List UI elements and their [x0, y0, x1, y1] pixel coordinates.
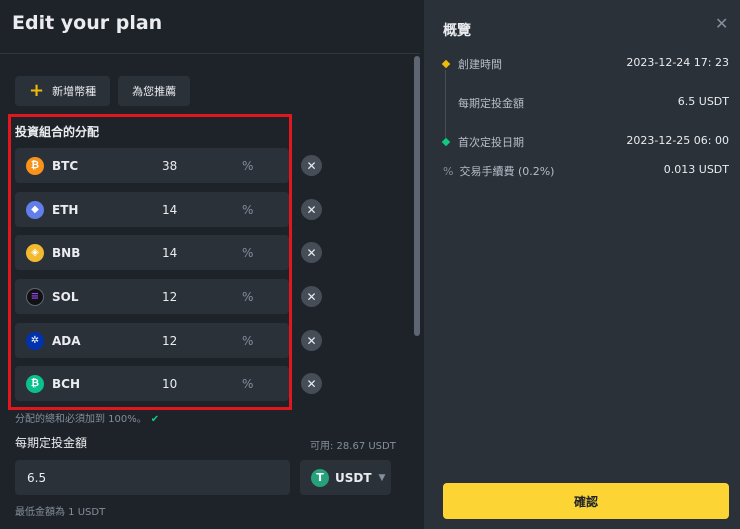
close-icon: ✕	[306, 289, 317, 304]
summary-value: 6.5 USDT	[677, 95, 729, 108]
recommend-button[interactable]: 為您推薦	[118, 76, 191, 106]
close-icon: ✕	[306, 158, 317, 173]
summary-row-periodic-amount: 每期定投金額 6.5 USDT	[443, 95, 729, 111]
dialog-title: Edit your plan	[12, 12, 163, 34]
coin-row-bch[interactable]: ₿ BCH 10 %	[15, 366, 289, 401]
bch-icon: ₿	[26, 374, 44, 393]
coin-row-btc[interactable]: ₿ BTC 38 %	[15, 148, 289, 183]
coin-percent-input[interactable]: 14	[162, 203, 237, 217]
coin-row-eth[interactable]: ◆ ETH 14 %	[15, 192, 289, 227]
remove-eth-button[interactable]: ✕	[301, 199, 322, 220]
btc-icon: ₿	[26, 156, 44, 175]
remove-sol-button[interactable]: ✕	[301, 286, 322, 307]
allocation-label: 投資組合的分配	[15, 125, 100, 139]
percent-icon: %	[443, 164, 454, 178]
recommend-label: 為您推薦	[132, 85, 177, 98]
coin-symbol: SOL	[52, 289, 79, 304]
periodic-amount-label: 每期定投金額	[15, 436, 88, 450]
close-icon: ✕	[306, 245, 317, 260]
allocation-note-text: 分配的總和必須加到 100%。	[15, 414, 147, 425]
summary-value: 2023-12-24 17: 23	[626, 56, 729, 69]
available-balance: 可用: 28.67 USDT	[310, 441, 396, 452]
timeline-end-icon	[441, 137, 451, 147]
currency-label: USDT	[335, 470, 372, 485]
summary-label: 每期定投金額	[458, 97, 524, 110]
summary-label: 首次定投日期	[458, 136, 524, 149]
coin-symbol: BCH	[52, 376, 80, 391]
percent-unit: %	[242, 202, 254, 217]
ada-icon: ✲	[26, 331, 44, 350]
currency-select[interactable]: T USDT ▼	[300, 460, 391, 495]
summary-row-first-date: 首次定投日期 2023-12-25 06: 00	[441, 134, 729, 150]
check-icon: ✔	[150, 414, 160, 425]
summary-row-created: 創建時間 2023-12-24 17: 23	[441, 56, 729, 72]
percent-unit: %	[242, 333, 254, 348]
add-coin-label: 新增幣種	[52, 85, 97, 98]
coin-percent-input[interactable]: 14	[162, 246, 237, 260]
percent-unit: %	[242, 289, 254, 304]
amount-input[interactable]	[15, 460, 290, 495]
summary-row-fee: % 交易手續費 (0.2%) 0.013 USDT	[443, 163, 729, 179]
timeline-start-icon	[441, 59, 451, 69]
coin-row-sol[interactable]: ≡ SOL 12 %	[15, 279, 289, 314]
coin-percent-input[interactable]: 38	[162, 159, 237, 173]
chevron-down-icon: ▼	[378, 472, 386, 483]
scrollbar-thumb[interactable]	[414, 56, 420, 336]
header-divider	[0, 53, 420, 54]
summary-value: 2023-12-25 06: 00	[626, 134, 729, 147]
coin-row-bnb[interactable]: ◈ BNB 14 %	[15, 235, 289, 270]
remove-bnb-button[interactable]: ✕	[301, 242, 322, 263]
sol-icon: ≡	[26, 287, 44, 306]
coin-row-ada[interactable]: ✲ ADA 12 %	[15, 323, 289, 358]
coin-symbol: ADA	[52, 333, 81, 348]
coin-symbol: BNB	[52, 245, 81, 260]
close-icon: ✕	[306, 376, 317, 391]
plus-icon: +	[29, 80, 45, 101]
coin-symbol: BTC	[52, 158, 79, 173]
close-icon: ✕	[306, 333, 317, 348]
minimum-amount-note: 最低金額為 1 USDT	[15, 507, 106, 518]
confirm-button[interactable]: 確認	[443, 483, 729, 519]
percent-unit: %	[242, 245, 254, 260]
remove-btc-button[interactable]: ✕	[301, 155, 322, 176]
coin-percent-input[interactable]: 12	[162, 334, 237, 348]
close-icon: ✕	[306, 202, 317, 217]
edit-plan-panel: Edit your plan + 新增幣種 為您推薦 投資組合的分配 ₿ BTC…	[0, 0, 424, 529]
remove-ada-button[interactable]: ✕	[301, 330, 322, 351]
summary-label: 交易手續費 (0.2%)	[459, 165, 555, 178]
summary-panel	[424, 0, 740, 529]
summary-title: 概覽	[443, 23, 471, 39]
summary-label: 創建時間	[458, 58, 502, 71]
remove-bch-button[interactable]: ✕	[301, 373, 322, 394]
usdt-icon: T	[311, 468, 329, 487]
bnb-icon: ◈	[26, 243, 44, 262]
add-coin-button[interactable]: + 新增幣種	[15, 76, 111, 106]
close-icon[interactable]: ✕	[715, 14, 728, 33]
coin-percent-input[interactable]: 10	[162, 377, 237, 391]
percent-unit: %	[242, 158, 254, 173]
action-buttons: + 新增幣種 為您推薦	[15, 76, 191, 106]
eth-icon: ◆	[26, 200, 44, 219]
coin-percent-input[interactable]: 12	[162, 290, 237, 304]
coin-symbol: ETH	[52, 202, 79, 217]
percent-unit: %	[242, 376, 254, 391]
summary-value: 0.013 USDT	[663, 163, 729, 176]
allocation-note: 分配的總和必須加到 100%。 ✔	[15, 410, 159, 425]
